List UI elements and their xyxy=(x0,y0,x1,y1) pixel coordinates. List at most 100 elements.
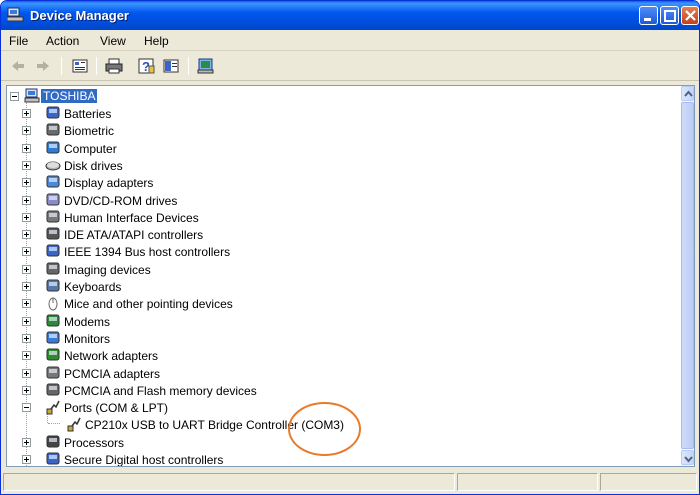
expand-toggle[interactable] xyxy=(22,109,31,118)
device-manager-icon xyxy=(7,7,24,22)
tree-category[interactable]: Modems xyxy=(7,313,677,330)
expand-toggle[interactable] xyxy=(22,368,31,378)
close-icon xyxy=(685,10,696,21)
tree-category[interactable]: PCMCIA and Flash memory devices xyxy=(7,382,677,399)
expand-toggle[interactable] xyxy=(22,143,31,153)
tree-item-label: Network adapters xyxy=(64,349,159,364)
tree-item-label: Mice and other pointing devices xyxy=(64,297,233,312)
pcmcia-icon xyxy=(46,366,60,378)
menu-file[interactable]: File xyxy=(9,34,28,48)
expand-toggle[interactable] xyxy=(22,247,31,257)
vertical-scrollbar[interactable] xyxy=(681,86,694,466)
status-pane-main xyxy=(3,473,455,491)
chevron-up-icon xyxy=(684,90,693,97)
display-adapter-icon xyxy=(46,175,60,188)
tree-item-label: IEEE 1394 Bus host controllers xyxy=(64,245,231,260)
tree-category[interactable]: Biometric xyxy=(7,122,677,139)
expand-toggle[interactable] xyxy=(22,437,31,447)
expand-toggle[interactable] xyxy=(22,178,31,188)
tree-category[interactable]: Secure Digital host controllers xyxy=(7,451,677,466)
tree-category[interactable]: Keyboards xyxy=(7,278,677,295)
print-icon[interactable] xyxy=(105,57,123,75)
biometric-icon xyxy=(46,123,60,136)
status-pane-tertiary xyxy=(600,473,697,491)
expand-toggle[interactable] xyxy=(22,126,31,136)
menu-action[interactable]: Action xyxy=(46,34,79,48)
expand-toggle[interactable] xyxy=(22,212,31,222)
scroll-thumb[interactable] xyxy=(681,102,694,449)
network-adapter-icon xyxy=(46,348,60,361)
scroll-up-button[interactable] xyxy=(681,86,694,101)
collapse-toggle[interactable] xyxy=(22,403,31,413)
flash-memory-icon xyxy=(46,383,60,396)
highlight-circle xyxy=(288,402,361,456)
tree-category[interactable]: IDE ATA/ATAPI controllers xyxy=(7,226,677,243)
processor-icon xyxy=(46,435,60,448)
toolbar-separator xyxy=(96,57,97,75)
tree-item-label: Biometric xyxy=(64,124,115,139)
toolbar: ? xyxy=(1,51,699,81)
tree-category[interactable]: Disk drives xyxy=(7,157,677,174)
expand-toggle[interactable] xyxy=(22,455,31,464)
show-hide-icon[interactable] xyxy=(162,57,180,75)
tree-root[interactable]: TOSHIBA xyxy=(7,88,677,105)
port-icon xyxy=(46,400,60,415)
hid-icon xyxy=(46,210,60,223)
tree-category[interactable]: Monitors xyxy=(7,330,677,347)
computer-root-icon xyxy=(24,88,40,103)
tree-item-label: Ports (COM & LPT) xyxy=(64,401,169,416)
minimize-icon xyxy=(644,18,651,21)
help-icon[interactable]: ? xyxy=(137,57,155,75)
expand-toggle[interactable] xyxy=(22,264,31,274)
tree-category[interactable]: Mice and other pointing devices xyxy=(7,295,677,312)
scroll-down-button[interactable] xyxy=(681,450,694,465)
tree-category[interactable]: IEEE 1394 Bus host controllers xyxy=(7,243,677,260)
tree-item-label: Processors xyxy=(64,435,125,450)
menu-view[interactable]: View xyxy=(100,34,126,48)
expand-toggle[interactable] xyxy=(22,333,31,343)
toolbar-separator xyxy=(61,57,62,75)
properties-icon[interactable] xyxy=(71,57,89,75)
expand-toggle[interactable] xyxy=(22,195,31,205)
update-driver-icon[interactable] xyxy=(197,57,215,75)
tree-category[interactable]: Computer xyxy=(7,140,677,157)
tree-category[interactable]: Display adapters xyxy=(7,174,677,191)
tree-category[interactable]: Human Interface Devices xyxy=(7,209,677,226)
forward-icon[interactable] xyxy=(34,57,52,75)
chevron-down-icon xyxy=(684,456,693,463)
tree-item-label: Batteries xyxy=(64,107,112,121)
battery-icon xyxy=(46,106,60,119)
minimize-button[interactable] xyxy=(639,6,658,25)
title-bar[interactable]: Device Manager xyxy=(1,1,699,30)
tree-category[interactable]: Batteries xyxy=(7,105,677,122)
tree-item-label: IDE ATA/ATAPI controllers xyxy=(64,228,204,243)
expand-toggle[interactable] xyxy=(22,230,31,240)
close-button[interactable] xyxy=(681,6,699,25)
maximize-button[interactable] xyxy=(660,6,679,25)
port-device-icon xyxy=(67,418,81,432)
keyboard-icon xyxy=(46,279,60,292)
computer-icon xyxy=(46,141,60,154)
menu-help[interactable]: Help xyxy=(144,34,169,48)
tree-category[interactable]: Imaging devices xyxy=(7,261,677,278)
tree-category[interactable]: Network adapters xyxy=(7,347,677,364)
expand-toggle[interactable] xyxy=(22,316,31,326)
back-icon[interactable] xyxy=(9,57,27,75)
device-manager-window: Device Manager File Action View Help ? T… xyxy=(0,0,700,495)
status-bar xyxy=(1,470,699,494)
tree-root-label: TOSHIBA xyxy=(41,89,98,103)
tree-item-label: Display adapters xyxy=(64,176,154,191)
tree-category[interactable]: PCMCIA adapters xyxy=(7,365,677,382)
expand-toggle[interactable] xyxy=(22,351,31,361)
monitor-icon xyxy=(46,331,60,344)
tree-item-label: Computer xyxy=(64,141,117,156)
expand-toggle[interactable] xyxy=(22,282,31,291)
tree-category[interactable]: DVD/CD-ROM drives xyxy=(7,192,677,209)
expand-toggle[interactable] xyxy=(22,160,31,170)
expand-toggle[interactable] xyxy=(22,385,31,395)
tree-item-label: Human Interface Devices xyxy=(64,210,199,225)
expand-toggle[interactable] xyxy=(22,299,31,309)
sd-host-icon xyxy=(46,452,60,465)
menu-bar: File Action View Help xyxy=(1,30,699,51)
collapse-toggle[interactable] xyxy=(10,92,19,101)
